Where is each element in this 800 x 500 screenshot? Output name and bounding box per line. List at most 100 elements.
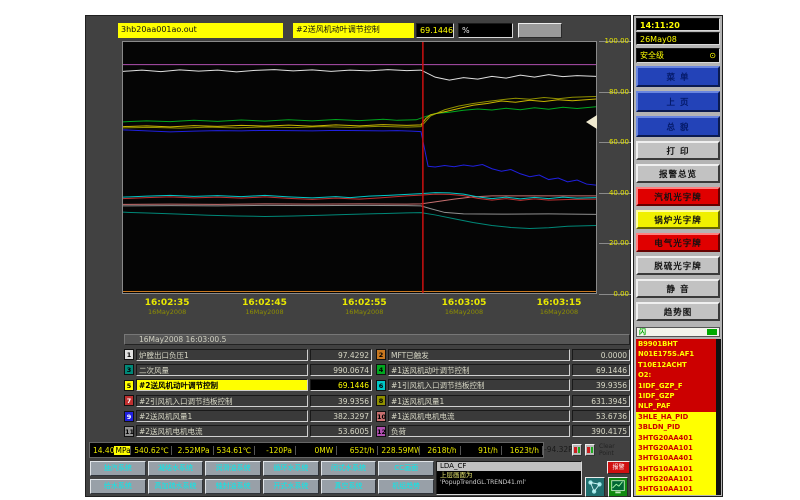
legend-name[interactable]: 二次风量 xyxy=(136,364,308,376)
status-readout: 2618t/h xyxy=(420,446,461,455)
sidebar: 14:11:20 26May08 安全级 ⊙ 菜 单上 页总 貌打 印报警总览汽… xyxy=(633,15,723,497)
legend-name[interactable]: #2引风机入口调节挡板控制 xyxy=(136,395,308,407)
display-info-box[interactable]: LDA_CF 上层画面为 'PopupTrendGL.TREND41.ml' xyxy=(436,461,582,495)
green-indicator-icon xyxy=(578,447,581,453)
picture-button[interactable]: 给水系统 xyxy=(90,479,146,494)
legend-row[interactable]: 5#2送风机动叶调节控制69.1446 xyxy=(124,379,372,392)
x-tick-date: 16May2008 xyxy=(442,308,487,316)
legend-row[interactable]: 6#1引风机入口调节挡板控制39.9356 xyxy=(376,379,630,392)
sidebar-button-gray[interactable]: 打 印 xyxy=(636,141,720,160)
alarm-item-red[interactable]: N01E175S.AF1 xyxy=(636,349,716,359)
trend-description-field[interactable]: #2送风机动叶调节控制 xyxy=(293,23,414,38)
alarm-item-yellow[interactable]: 3HTG10AA101 xyxy=(636,464,716,474)
legend-row[interactable]: 7#2引风机入口调节挡板控制39.9356 xyxy=(124,394,372,407)
legend-name[interactable]: #1引风机入口调节挡板控制 xyxy=(388,379,570,391)
legend-row[interactable]: 8#1送风机风量1631.3945 xyxy=(376,394,630,407)
legend-name[interactable]: 炉膛出口负压1 xyxy=(136,349,308,361)
legend-row[interactable]: 2MFT已触发0.0000 xyxy=(376,348,630,361)
sidebar-button-gray[interactable]: 静 音 xyxy=(636,279,720,298)
trend-tag-field[interactable]: 3hb20aa001ao.out xyxy=(118,23,283,38)
legend-row[interactable]: 12负荷390.4175 xyxy=(376,425,630,438)
sidebar-button-blue[interactable]: 上 页 xyxy=(636,91,720,112)
legend-name[interactable]: #2送风机动叶调节控制 xyxy=(136,379,308,391)
alarm-item-red[interactable]: 1IDF_GZP xyxy=(636,391,716,401)
y-tick-label: 60.00 xyxy=(609,138,629,146)
sidebar-button-blue[interactable]: 总 貌 xyxy=(636,116,720,137)
sidebar-button-gray[interactable]: 脱硫光字牌 xyxy=(636,256,720,275)
network-icon[interactable] xyxy=(585,477,605,497)
sidebar-button-gray[interactable]: 趋势图 xyxy=(636,302,720,321)
ack-tab-icon[interactable] xyxy=(707,329,717,335)
legend-row[interactable]: 1炉膛出口负压197.4292 xyxy=(124,348,372,361)
picture-button[interactable]: 机组趋势 xyxy=(378,479,434,494)
legend-name[interactable]: 负荷 xyxy=(388,425,570,437)
sidebar-button-red[interactable]: 电气光字牌 xyxy=(636,233,720,252)
x-tick-label: 16:03:0516May2008 xyxy=(442,298,487,316)
x-tick-date: 16May2008 xyxy=(242,308,287,316)
alarm-list-scrollbar[interactable] xyxy=(716,339,721,495)
x-tick-time: 16:02:35 xyxy=(145,298,190,308)
trend-display-icon[interactable] xyxy=(608,477,628,497)
picture-button[interactable]: 开式水系统 xyxy=(263,479,319,494)
legend-value: 990.0674 xyxy=(310,364,372,376)
security-level-label: 安全级 xyxy=(640,49,664,62)
alarm-item-red[interactable]: 1IDF_GZP_F xyxy=(636,381,716,391)
legend-name[interactable]: #1送风机动叶调节控制 xyxy=(388,364,570,376)
flash-tab-label[interactable]: 闪 xyxy=(639,327,646,337)
sidebar-button-red[interactable]: 汽机光字牌 xyxy=(636,187,720,206)
clear-point-label[interactable]: Clear Point xyxy=(599,443,631,457)
legend-row[interactable]: 11#2送风机电机电流53.6005 xyxy=(124,425,372,438)
legend-value: 382.3297 xyxy=(310,410,372,422)
cursor-timestamp-bar[interactable]: 16May2008 16:03:00.5 xyxy=(124,334,630,345)
alarm-item-yellow[interactable]: 3HLE_HA_PID xyxy=(636,412,716,422)
picture-button[interactable]: 循环水系统 xyxy=(263,461,319,476)
legend-name[interactable]: #2送风机风量1 xyxy=(136,410,308,422)
trend-plot[interactable] xyxy=(122,41,597,294)
sidebar-button-yellow[interactable]: 锅炉光字牌 xyxy=(636,210,720,229)
picture-button[interactable]: 高加疏水系统 xyxy=(148,479,204,494)
value-pointer-icon[interactable] xyxy=(586,115,597,129)
picture-button[interactable]: 抽汽系统 xyxy=(90,461,146,476)
legend-row[interactable]: 10#1送风机电机电流53.6736 xyxy=(376,410,630,423)
legend-name[interactable]: MFT已触发 xyxy=(388,349,570,361)
legend-row[interactable]: 4#1送风机动叶调节控制69.1446 xyxy=(376,363,630,376)
alarm-item-red[interactable]: NLP_PAF xyxy=(636,401,716,411)
alarm-item-yellow[interactable]: 3HTG10AA101 xyxy=(636,484,716,494)
alarm-item-yellow[interactable]: 3HTG20AA101 xyxy=(636,443,716,453)
alarm-tab-bar[interactable]: 闪 xyxy=(636,327,720,337)
picture-button[interactable]: CC画面 xyxy=(378,461,434,476)
alarm-item-red[interactable]: B9901BHT xyxy=(636,339,716,349)
alarm-item-yellow[interactable]: 3HTG20AA401 xyxy=(636,433,716,443)
alarm-item-red[interactable]: O2: xyxy=(636,370,716,380)
legend-right-column: 2MFT已触发0.0000 4#1送风机动叶调节控制69.1446 6#1引风机入口… xyxy=(376,348,630,440)
legend-color-marker: 10 xyxy=(376,411,386,422)
x-tick-date: 16May2008 xyxy=(145,308,190,316)
indicator-tile[interactable] xyxy=(585,444,595,456)
picture-button[interactable]: 闭式水系统 xyxy=(321,461,377,476)
status-readout: 14.40MPa xyxy=(90,446,131,455)
legend-row[interactable]: 9#2送风机风量1382.3297 xyxy=(124,410,372,423)
y-axis: 100.0080.0060.0040.0020.000.00 xyxy=(599,41,631,294)
picture-button[interactable]: 凝结水系统 xyxy=(148,461,204,476)
legend-name[interactable]: #2送风机电机电流 xyxy=(136,425,308,437)
legend-name[interactable]: #1送风机电机电流 xyxy=(388,410,570,422)
alarm-button[interactable]: 报警 xyxy=(607,461,630,474)
legend-row[interactable]: 3二次风量990.0674 xyxy=(124,363,372,376)
indicator-tile[interactable] xyxy=(572,444,582,456)
legend-color-marker: 12 xyxy=(376,426,386,437)
sidebar-button-gray[interactable]: 报警总览 xyxy=(636,164,720,183)
status-readout: 2.52MPa xyxy=(172,446,213,455)
sidebar-button-blue[interactable]: 菜 单 xyxy=(636,66,720,87)
legend-color-marker: 9 xyxy=(124,411,134,422)
alarm-item-yellow[interactable]: 3HTG10AA401 xyxy=(636,453,716,463)
picture-button[interactable]: 真空系统 xyxy=(321,479,377,494)
alarm-item-red[interactable]: T10E12ACHT xyxy=(636,360,716,370)
alarm-item-yellow[interactable]: 3BLDN_PID xyxy=(636,422,716,432)
selected-display-item[interactable]: LDA_CF xyxy=(437,462,581,471)
legend-name[interactable]: #1送风机风量1 xyxy=(388,395,570,407)
picture-button[interactable]: 轴封油系统 xyxy=(205,479,261,494)
picture-button[interactable]: 润滑油系统 xyxy=(205,461,261,476)
security-level-icon[interactable]: ⊙ xyxy=(709,49,716,62)
legend-color-marker: 6 xyxy=(376,380,386,391)
alarm-item-yellow[interactable]: 3HTG20AA101 xyxy=(636,474,716,484)
